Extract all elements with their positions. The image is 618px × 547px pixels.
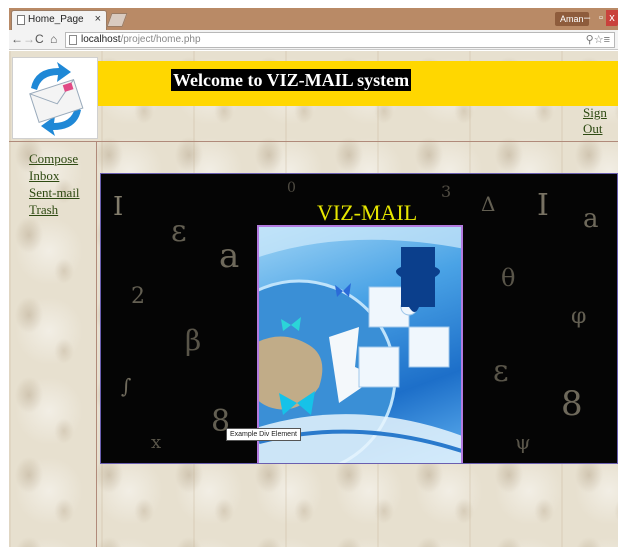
decor-glyph: θ [501,264,516,292]
decor-glyph: Δ [481,192,496,216]
sidebar-nav: Compose Inbox Sent-mail Trash [29,150,80,218]
zoom-icon[interactable]: ⚲ [586,34,594,46]
page-icon [69,35,77,45]
decor-glyph: ψ [515,430,531,454]
decor-glyph: I [113,192,124,222]
url-host: localhost [81,34,121,45]
sidebar-item-inbox[interactable]: Inbox [29,167,80,184]
tab-close-icon[interactable]: × [95,13,101,25]
header-divider [9,141,618,142]
sidebar-item-compose[interactable]: Compose [29,150,80,167]
tab-bar: Home_Page × Aman – ▫ x [9,8,618,30]
decor-glyph: 8 [561,384,583,424]
address-bar[interactable]: localhost/project/home.php ⚲☆≡ [65,32,615,48]
browser-toolbar: ← → C ⌂ localhost/project/home.php ⚲☆≡ [9,30,618,50]
tooltip: Example Div Element [226,428,301,441]
sidebar-item-sent-mail[interactable]: Sent-mail [29,184,80,201]
decor-glyph: a [583,204,599,234]
decor-glyph: ε [493,354,509,389]
decor-glyph: x [151,432,162,453]
bookmark-star-icon[interactable]: ☆ [594,34,604,46]
back-icon[interactable]: ← [11,32,23,46]
url-path: /project/home.php [120,34,201,45]
decor-glyph: I [537,188,549,223]
browser-window: Home_Page × Aman – ▫ x ← → C ⌂ localhost… [9,8,618,547]
hero-banner: I ε a 2 β ∫ 8 x Δ I a θ φ ε 8 ψ 0 3 VIZ-… [100,173,618,464]
tab-title: Home_Page [28,14,84,25]
url-text[interactable]: localhost/project/home.php [81,34,201,45]
home-icon[interactable]: ⌂ [50,32,57,46]
tab-home-page[interactable]: Home_Page × [11,10,107,30]
decor-glyph: 3 [441,182,452,201]
menu-icon[interactable]: ≡ [604,34,610,46]
omnibox-actions: ⚲☆≡ [586,33,610,46]
sidebar-item-trash[interactable]: Trash [29,201,80,218]
sidebar-divider [96,141,97,547]
new-tab-button[interactable] [106,13,128,27]
page-favicon-icon [17,15,25,25]
mail-sync-logo-icon [29,62,84,136]
decor-glyph: φ [571,304,587,329]
logo [12,57,98,139]
decor-glyph: ∫ [121,374,132,398]
decor-glyph: 0 [287,180,296,196]
decor-glyph: β [185,324,202,357]
sign-out-link[interactable]: Sign Out [583,105,618,137]
decor-glyph: a [219,236,240,276]
minimize-button[interactable]: – [581,10,593,26]
close-window-button[interactable]: x [606,10,618,26]
reload-icon[interactable]: C [35,32,44,46]
page-body: Welcome to VIZ-MAIL system Sign Out Comp… [9,51,618,547]
banner-title: VIZ-MAIL [317,200,418,225]
welcome-heading: Welcome to VIZ-MAIL system [171,69,412,91]
decor-glyph: ε [171,214,187,249]
forward-icon[interactable]: → [23,32,35,46]
decor-glyph: 2 [131,284,145,309]
